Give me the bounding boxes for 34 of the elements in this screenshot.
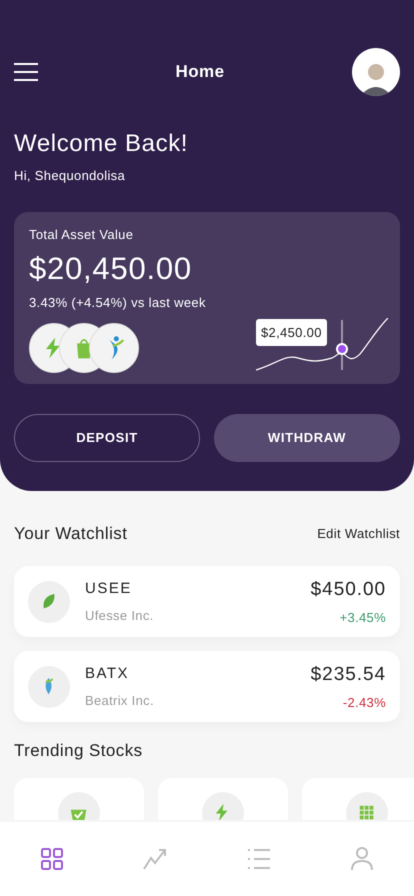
figure-logo-icon: [89, 322, 139, 372]
stock-card[interactable]: [158, 778, 288, 820]
company-name: Beatrix Inc.: [85, 692, 155, 710]
stock-card[interactable]: [14, 778, 144, 820]
leaf-logo-icon: [28, 580, 70, 622]
stock-price: $235.54: [310, 663, 386, 687]
page-title: Home: [176, 61, 224, 84]
stock-price: $450.00: [310, 578, 386, 602]
welcome-subtitle: Hi, Shequondolisa: [14, 167, 126, 185]
grid-icon[interactable]: [38, 846, 65, 872]
withdraw-button[interactable]: WITHDRAW: [214, 414, 400, 462]
section-title: Trending Stocks: [14, 740, 144, 762]
watchlist-card[interactable]: USEE Ufesse Inc. $450.00 +3.45%: [14, 566, 400, 637]
watchlist-card[interactable]: BATX Beatrix Inc. $235.54 -2.43%: [14, 651, 400, 722]
section-title: Your Watchlist: [14, 522, 128, 544]
price-change: -2.43%: [342, 694, 386, 712]
company-name: Ufesse Inc.: [85, 607, 155, 625]
price-tooltip: $2,450.00: [256, 318, 327, 346]
price-change: +3.45%: [340, 608, 386, 626]
stock-card[interactable]: [302, 778, 414, 820]
avatar[interactable]: [352, 48, 400, 96]
stock-symbol: USEE: [85, 578, 133, 598]
edit-watchlist-link[interactable]: Edit Watchlist: [317, 524, 400, 543]
welcome-title: Welcome Back!: [14, 129, 190, 159]
drop-logo-icon: [28, 666, 70, 708]
stock-symbol: BATX: [85, 664, 130, 684]
menu-icon[interactable]: [14, 63, 38, 81]
asset-value: $20,450.00: [29, 250, 193, 288]
user-icon[interactable]: [349, 846, 376, 872]
asset-change: 3.43% (+4.54%) vs last week: [29, 294, 207, 312]
deposit-button[interactable]: DEPOSIT: [14, 414, 200, 462]
asset-label: Total Asset Value: [29, 226, 134, 244]
list-icon[interactable]: [246, 846, 272, 872]
trend-chart-icon[interactable]: [142, 846, 168, 872]
